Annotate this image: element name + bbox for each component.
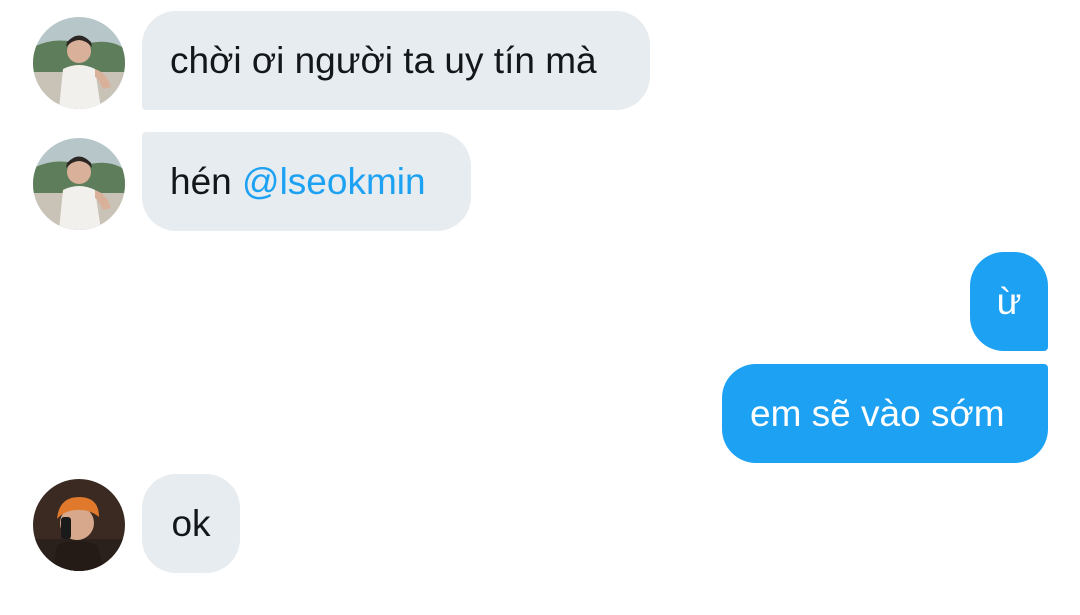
message-text: ok [171, 503, 211, 544]
message-bubble[interactable]: ok [142, 474, 240, 573]
user-avatar[interactable] [33, 138, 125, 230]
user-avatar[interactable] [33, 479, 125, 571]
message-bubble-outgoing[interactable]: ừ [970, 252, 1048, 351]
message-bubble-outgoing[interactable]: em sẽ vào sớm [722, 364, 1048, 463]
mention-link[interactable]: @lseokmin [242, 163, 426, 200]
message-text: ừ [996, 281, 1022, 322]
message-bubble[interactable]: hén @lseokmin [142, 132, 471, 231]
message-text: chời ơi người ta uy tín mà [170, 40, 597, 81]
dm-conversation: { "messages": [ { "sender": "other-user"… [0, 0, 1080, 615]
user-avatar[interactable] [33, 17, 125, 109]
message-text: hén [170, 161, 243, 202]
message-bubble[interactable]: chời ơi người ta uy tín mà [142, 11, 650, 110]
message-text: em sẽ vào sớm [750, 393, 1005, 434]
